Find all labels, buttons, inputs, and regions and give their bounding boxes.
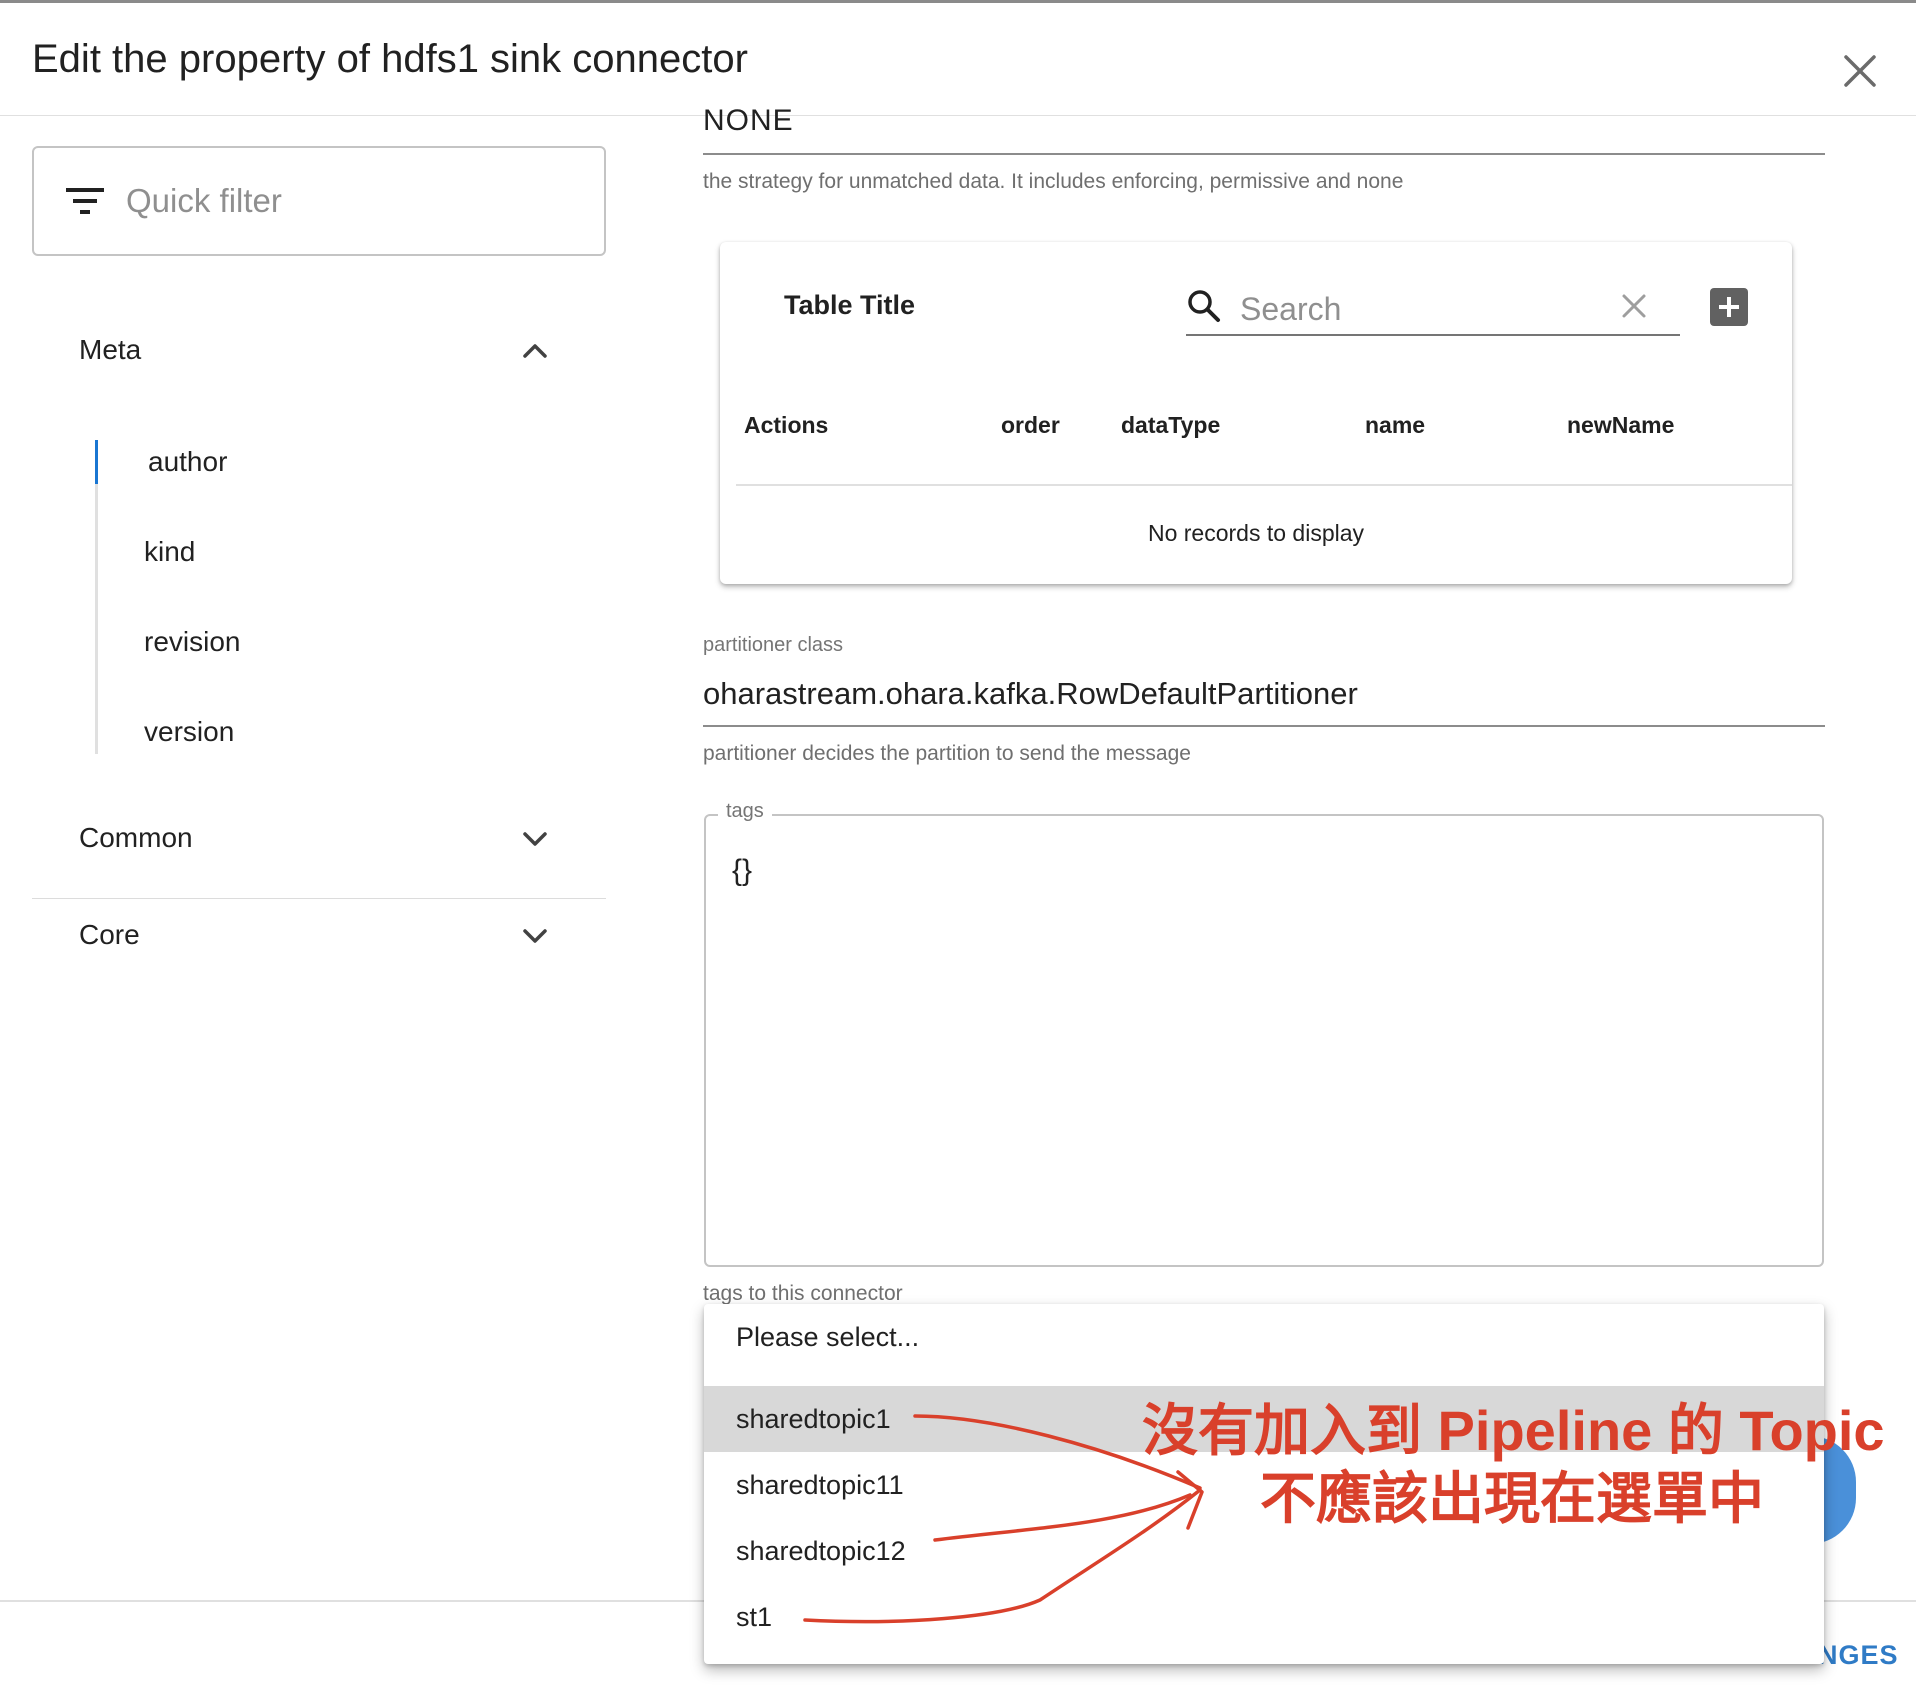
- sidebar-item-author[interactable]: author: [148, 446, 227, 478]
- sidebar-section-common[interactable]: Common: [32, 802, 606, 882]
- search-icon: [1188, 290, 1220, 322]
- tags-textarea[interactable]: {}: [730, 852, 1804, 1246]
- sidebar-section-core[interactable]: Core: [32, 898, 606, 979]
- column-table: Table Title Actions order dataType name …: [720, 242, 1792, 584]
- check-rule-helper: the strategy for unmatched data. It incl…: [703, 170, 1404, 193]
- sidebar-section-meta[interactable]: Meta: [32, 314, 606, 394]
- chevron-down-icon: [523, 832, 547, 846]
- column-header-name[interactable]: name: [1365, 412, 1425, 439]
- partitioner-helper: partitioner decides the partition to sen…: [703, 742, 1191, 765]
- check-rule-underline: [703, 153, 1825, 155]
- option-label: sharedtopic1: [736, 1404, 891, 1434]
- option-label: Please select...: [736, 1322, 920, 1352]
- option-label: sharedtopic11: [736, 1470, 904, 1500]
- quick-filter-box[interactable]: [32, 146, 606, 256]
- partitioner-underline: [703, 725, 1825, 727]
- filter-icon: [66, 188, 104, 214]
- chevron-down-icon: [523, 929, 547, 943]
- plus-icon: [1719, 297, 1739, 317]
- tags-label: tags: [718, 800, 772, 823]
- clear-search-icon[interactable]: [1620, 292, 1648, 320]
- sidebar-item-version[interactable]: version: [144, 716, 234, 748]
- column-header-datatype[interactable]: dataType: [1121, 412, 1220, 439]
- dialog-header: Edit the property of hdfs1 sink connecto…: [0, 3, 1916, 116]
- section-label-core: Core: [79, 919, 140, 950]
- option-label: sharedtopic12: [736, 1536, 906, 1566]
- partitioner-value[interactable]: oharastream.ohara.kafka.RowDefaultPartit…: [703, 676, 1358, 712]
- add-row-button[interactable]: [1710, 288, 1748, 326]
- empty-table-message: No records to display: [1147, 520, 1365, 546]
- save-changes-button[interactable]: NGES: [1818, 1640, 1899, 1671]
- column-header-newname[interactable]: newName: [1567, 412, 1674, 439]
- close-button[interactable]: [1832, 43, 1888, 99]
- option-label: st1: [736, 1602, 773, 1632]
- sidebar-item-kind[interactable]: kind: [144, 536, 195, 568]
- sidebar-item-revision[interactable]: revision: [144, 626, 240, 658]
- table-search-input[interactable]: [1238, 286, 1542, 332]
- table-title: Table Title: [784, 290, 916, 320]
- meta-item-list: author kind revision version: [95, 440, 498, 754]
- table-header-divider: [736, 484, 1792, 486]
- dialog-title: Edit the property of hdfs1 sink connecto…: [32, 37, 748, 81]
- search-underline: [1186, 334, 1680, 336]
- option-st1[interactable]: st1: [704, 1584, 1824, 1650]
- section-label-common: Common: [79, 822, 193, 853]
- column-header-order[interactable]: order: [1001, 412, 1060, 439]
- column-header-actions[interactable]: Actions: [744, 412, 828, 439]
- tags-helper: tags to this connector: [703, 1282, 903, 1305]
- close-icon: [1844, 55, 1876, 87]
- partitioner-label: partitioner class: [703, 634, 844, 656]
- active-indicator: [95, 440, 98, 484]
- quick-filter-input[interactable]: [124, 172, 588, 230]
- check-rule-value[interactable]: NONE: [703, 104, 794, 138]
- option-placeholder[interactable]: Please select...: [704, 1304, 1824, 1370]
- chevron-up-icon: [523, 344, 547, 358]
- section-label-meta: Meta: [79, 334, 142, 365]
- annotation-line-2: 不應該出現在選單中: [1260, 1467, 1764, 1530]
